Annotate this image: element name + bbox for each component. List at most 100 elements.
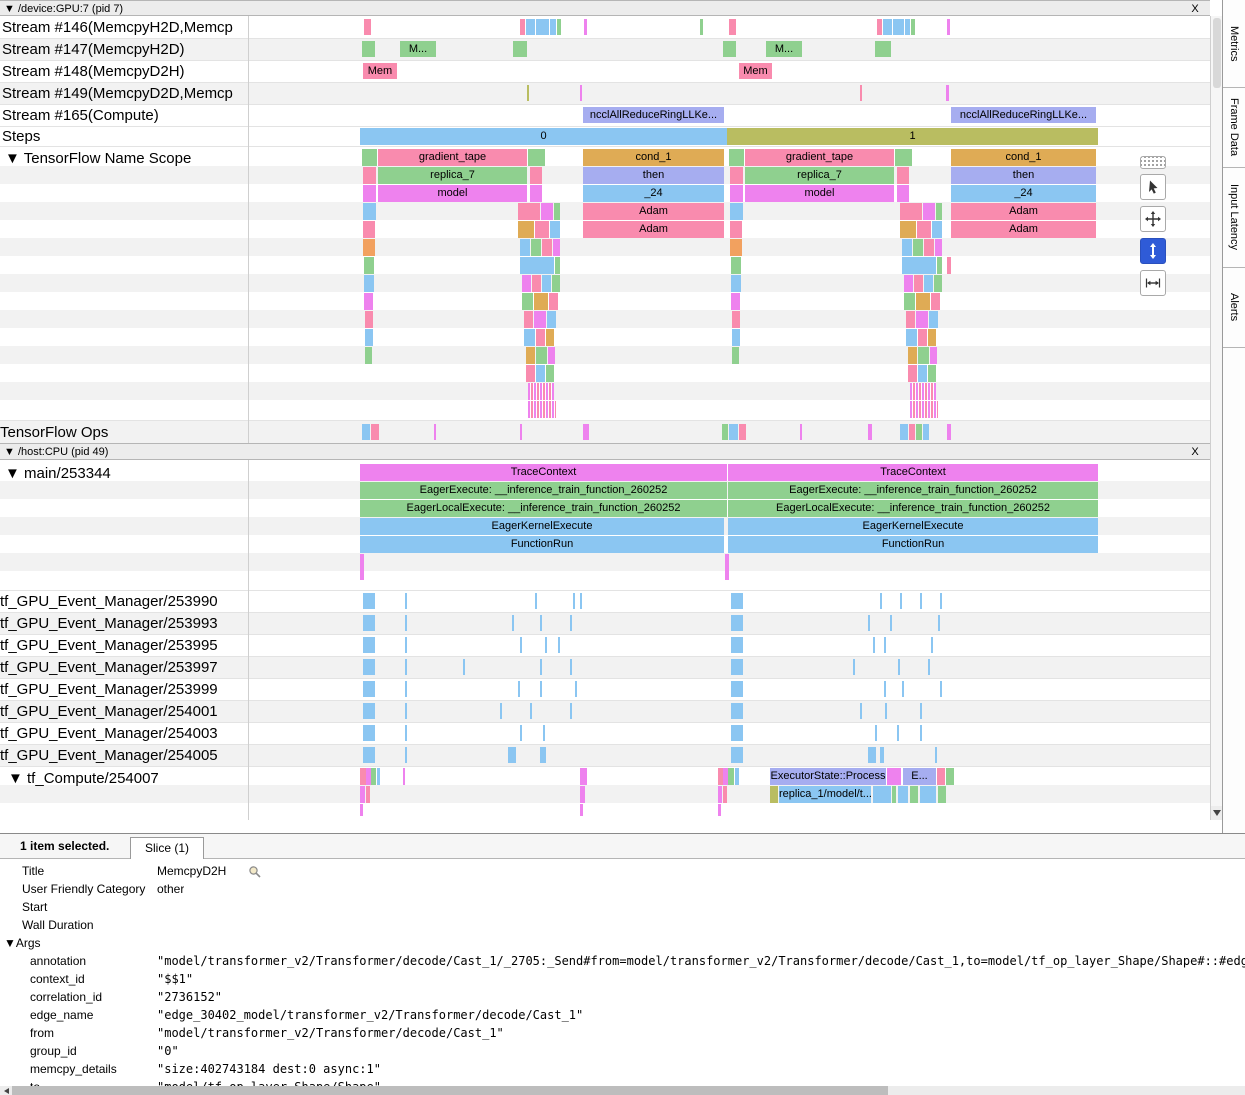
- trace-event[interactable]: [405, 725, 407, 741]
- trace-event[interactable]: [528, 383, 554, 400]
- trace-event[interactable]: [542, 239, 552, 256]
- trace-event[interactable]: [522, 275, 531, 292]
- trace-event[interactable]: [363, 725, 375, 741]
- trace-event[interactable]: FunctionRun: [728, 536, 1098, 553]
- trace-event[interactable]: [940, 681, 942, 697]
- trace-event[interactable]: [545, 637, 547, 653]
- trace-event[interactable]: [532, 275, 541, 292]
- trace-event[interactable]: [580, 786, 585, 803]
- trace-event[interactable]: [884, 637, 886, 653]
- trace-event[interactable]: [718, 804, 721, 816]
- trace-event[interactable]: [520, 637, 522, 653]
- trace-event[interactable]: [405, 615, 407, 631]
- trace-event[interactable]: [530, 703, 532, 719]
- trace-event[interactable]: [405, 747, 407, 763]
- trace-event[interactable]: [893, 19, 904, 35]
- trace-event[interactable]: E...: [903, 768, 936, 785]
- trace-event[interactable]: [913, 239, 923, 256]
- trace-event[interactable]: [540, 747, 546, 763]
- trace-event[interactable]: [880, 593, 882, 609]
- trace-event[interactable]: [917, 221, 931, 238]
- trace-event[interactable]: [520, 239, 530, 256]
- trace-event[interactable]: [526, 19, 535, 35]
- trace-event[interactable]: [730, 185, 743, 202]
- trace-event[interactable]: [914, 275, 923, 292]
- trace-event[interactable]: [548, 347, 555, 364]
- trace-event[interactable]: _24: [583, 185, 724, 202]
- trace-event[interactable]: [546, 329, 554, 346]
- trace-event[interactable]: [731, 681, 743, 697]
- trace-event[interactable]: [931, 637, 933, 653]
- trace-event[interactable]: M...: [400, 41, 436, 57]
- side-tab-alerts[interactable]: Alerts: [1223, 268, 1245, 348]
- track-label[interactable]: ▼ main/253344: [5, 465, 111, 483]
- trace-event[interactable]: [739, 424, 746, 440]
- trace-event[interactable]: [929, 311, 938, 328]
- trace-event[interactable]: [731, 747, 743, 763]
- trace-event[interactable]: [732, 329, 740, 346]
- timing-tool-button[interactable]: [1140, 270, 1166, 296]
- trace-event[interactable]: [553, 239, 560, 256]
- trace-event[interactable]: [530, 185, 542, 202]
- trace-event[interactable]: [718, 786, 722, 803]
- trace-event[interactable]: [530, 167, 542, 184]
- trace-event[interactable]: [730, 239, 742, 256]
- trace-event[interactable]: [364, 257, 374, 274]
- trace-event[interactable]: [528, 401, 556, 418]
- trace-event[interactable]: model: [745, 185, 894, 202]
- trace-event[interactable]: [730, 221, 742, 238]
- trace-event[interactable]: [434, 424, 436, 440]
- trace-event[interactable]: [900, 424, 908, 440]
- trace-event[interactable]: [873, 637, 875, 653]
- trace-event[interactable]: [911, 19, 915, 35]
- trace-event[interactable]: [520, 424, 522, 440]
- trace-event[interactable]: Mem: [739, 63, 772, 79]
- scroll-left-button[interactable]: [0, 1086, 12, 1095]
- trace-event[interactable]: [932, 221, 942, 238]
- selection-tool-button[interactable]: [1140, 174, 1166, 200]
- trace-event[interactable]: [570, 703, 572, 719]
- trace-event[interactable]: [924, 275, 933, 292]
- trace-event[interactable]: [725, 554, 729, 580]
- trace-event[interactable]: [700, 19, 703, 35]
- trace-event[interactable]: [947, 257, 951, 274]
- trace-event[interactable]: [555, 257, 560, 274]
- trace-event[interactable]: [897, 725, 899, 741]
- trace-event[interactable]: [731, 703, 743, 719]
- trace-event[interactable]: [908, 347, 917, 364]
- trace-event[interactable]: [731, 659, 743, 675]
- trace-event[interactable]: Mem: [363, 63, 397, 79]
- trace-event[interactable]: [875, 725, 877, 741]
- trace-event[interactable]: [518, 681, 520, 697]
- trace-event[interactable]: [405, 703, 407, 719]
- trace-event[interactable]: Adam: [583, 203, 724, 220]
- trace-event[interactable]: [524, 311, 533, 328]
- side-tab-input-latency[interactable]: Input Latency: [1223, 168, 1245, 268]
- trace-event[interactable]: [520, 257, 554, 274]
- horizontal-scrollbar[interactable]: [0, 1086, 1245, 1095]
- trace-event[interactable]: M...: [766, 41, 802, 57]
- cpu-close-button[interactable]: X: [1188, 444, 1202, 461]
- trace-event[interactable]: [363, 615, 375, 631]
- trace-event[interactable]: [580, 593, 582, 609]
- trace-event[interactable]: [362, 41, 375, 57]
- trace-event[interactable]: [947, 19, 950, 35]
- trace-event[interactable]: [920, 786, 936, 803]
- trace-event[interactable]: [900, 203, 922, 220]
- trace-event[interactable]: [518, 203, 540, 220]
- trace-event[interactable]: [731, 725, 743, 741]
- trace-event[interactable]: [946, 768, 954, 785]
- trace-event[interactable]: [938, 615, 940, 631]
- trace-event[interactable]: EagerExecute: __inference_train_function…: [360, 482, 727, 499]
- trace-event[interactable]: [534, 293, 548, 310]
- trace-event[interactable]: ExecutorState::Process: [770, 768, 886, 785]
- trace-event[interactable]: [873, 786, 891, 803]
- trace-event[interactable]: [570, 615, 572, 631]
- trace-event[interactable]: [883, 19, 892, 35]
- trace-event[interactable]: [905, 19, 910, 35]
- trace-event[interactable]: [500, 703, 502, 719]
- trace-event[interactable]: [570, 659, 572, 675]
- trace-event[interactable]: TraceContext: [728, 464, 1098, 481]
- trace-event[interactable]: [731, 275, 741, 292]
- trace-event[interactable]: [906, 311, 915, 328]
